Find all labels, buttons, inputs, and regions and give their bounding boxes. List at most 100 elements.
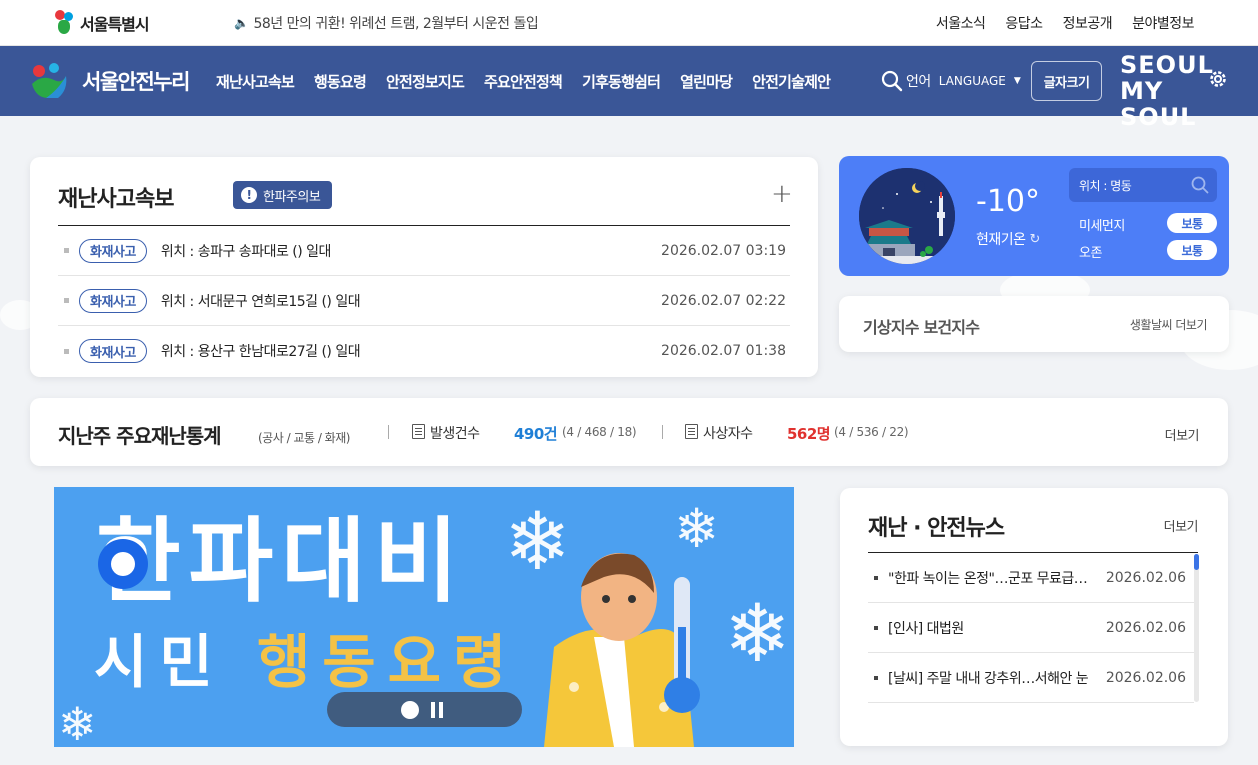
- main-navigation: 서울안전누리 재난사고속보 행동요령 안전정보지도 주요안전정책 기후동행쉼터 …: [0, 46, 1258, 130]
- gear-icon[interactable]: [1207, 68, 1229, 90]
- menu-action-guide[interactable]: 행동요령: [314, 71, 367, 92]
- stats-title: 지난주 주요재난통계: [58, 424, 222, 448]
- occurrence-value: 490건: [514, 425, 558, 443]
- cold-wave-banner[interactable]: 한파대비 시민 행동요령 ❄ ❄ ❄ ❄: [54, 487, 794, 747]
- fine-dust-label: 미세먼지: [1079, 219, 1125, 234]
- news-item[interactable]: [날씨] 주말 내내 강추위…서해안 눈 2026.02.06: [868, 653, 1194, 703]
- site-title: 서울안전누리: [82, 70, 190, 94]
- slide-indicator[interactable]: [401, 701, 419, 719]
- current-temperature: -10°: [976, 184, 1040, 219]
- casualty-detail: (4 / 536 / 22): [834, 425, 909, 439]
- location-search-box[interactable]: 위치 : 명동: [1069, 168, 1217, 202]
- bullet-icon: [64, 348, 69, 354]
- ozone-status: 보통: [1167, 240, 1217, 260]
- util-link-seoul-news[interactable]: 서울소식: [936, 13, 986, 33]
- incident-location: 위치 : 용산구 한남대로27길 () 일대: [160, 344, 361, 360]
- banner-slider-controls: [327, 692, 522, 727]
- menu-tech-proposal[interactable]: 안전기술제안: [752, 71, 831, 92]
- current-temp-label: 현재기온 ↻: [976, 229, 1040, 249]
- util-link-eungdapso[interactable]: 응답소: [1005, 13, 1043, 33]
- weather-index-label[interactable]: 기상지수 보건지수: [863, 314, 980, 338]
- safety-news-panel: 재난 · 안전뉴스 더보기 "한파 녹이는 온정"…군포 무료급식소 2026.…: [840, 488, 1228, 746]
- plus-icon[interactable]: +: [771, 181, 793, 207]
- banner-headline: 한파대비: [96, 508, 467, 615]
- weather-panel: -10° 현재기온 ↻ 위치 : 명동 미세먼지 보통 오존 보통: [839, 156, 1229, 276]
- scrollbar-thumb[interactable]: [1194, 554, 1199, 570]
- search-icon[interactable]: [1191, 176, 1209, 194]
- menu-safety-map[interactable]: 안전정보지도: [386, 71, 465, 92]
- cold-wave-alert-badge[interactable]: ! 한파주의보: [233, 181, 333, 209]
- site-logo[interactable]: 서울안전누리: [28, 60, 190, 102]
- language-label-en: LANGUAGE: [938, 74, 1006, 88]
- search-icon[interactable]: [881, 70, 903, 92]
- bullet-icon: [874, 675, 878, 680]
- news-item-title: [날씨] 주말 내내 강추위…서해안 눈: [888, 670, 1089, 687]
- living-weather-more-link[interactable]: 생활날씨 더보기: [1130, 316, 1208, 333]
- news-item-title: "한파 녹이는 온정"…군포 무료급식소: [888, 570, 1094, 587]
- language-label: 언어: [906, 74, 931, 90]
- news-item-date: 2026.02.06: [1105, 619, 1186, 636]
- bulletin-row[interactable]: 화재사고 위치 : 송파구 송파대로 () 일대 2026.02.07 03:1…: [58, 226, 790, 276]
- menu-safety-policy[interactable]: 주요안전정책: [484, 71, 563, 92]
- banner-subheadline: 시민 행동요령: [94, 627, 518, 697]
- utility-links: 서울소식 응답소 정보공개 분야별정보: [936, 13, 1195, 33]
- menu-disaster-news[interactable]: 재난사고속보: [216, 71, 295, 92]
- bulletin-row[interactable]: 화재사고 위치 : 용산구 한남대로27길 () 일대 2026.02.07 0…: [58, 326, 790, 376]
- seoul-city-logo[interactable]: 서울특별시: [52, 8, 150, 38]
- menu-climate-shelter[interactable]: 기후동행쉼터: [582, 71, 661, 92]
- refresh-icon[interactable]: ↻: [1030, 232, 1041, 247]
- utility-bar: 서울특별시 🔈 58년 만의 귀환! 위례선 트램, 2월부터 시운전 돌입 서…: [0, 0, 1258, 46]
- banner-sub-part2: 행동요령: [256, 628, 519, 696]
- news-title: 재난 · 안전뉴스: [868, 516, 1005, 541]
- weekly-disaster-stats: 지난주 주요재난통계 (공사 / 교통 / 화재) 발생건수 490건 (4 /…: [30, 398, 1228, 466]
- bullet-icon: [874, 625, 878, 630]
- safety-nuri-logo-icon: [32, 63, 67, 98]
- document-icon: [685, 424, 698, 439]
- brand-row-2: MY SOUL: [1120, 77, 1197, 131]
- incident-date: 2026.02.07 03:19: [661, 242, 786, 259]
- news-item-date: 2026.02.06: [1105, 569, 1186, 586]
- alert-badge-label: 한파주의보: [263, 189, 321, 205]
- banner-ring-decoration: [98, 539, 148, 589]
- pause-icon[interactable]: [431, 702, 445, 718]
- banner-sub-part1: 시민: [94, 628, 225, 696]
- util-link-field-info[interactable]: 분야별정보: [1132, 13, 1194, 33]
- divider: [662, 425, 663, 439]
- cold-character-illustration: [544, 553, 700, 747]
- snowflake-icon: ❄: [58, 697, 97, 747]
- bullet-icon: [64, 248, 69, 253]
- news-more-link[interactable]: 더보기: [1164, 516, 1199, 535]
- incident-location: 위치 : 송파구 송파대로 () 일대: [160, 243, 332, 260]
- speaker-icon: 🔈: [234, 16, 249, 30]
- current-temp-text: 현재기온: [976, 232, 1026, 248]
- bulletin-row[interactable]: 화재사고 위치 : 서대문구 연희로15길 () 일대 2026.02.07 0…: [58, 276, 790, 326]
- disaster-bulletin-panel: 재난사고속보 ! 한파주의보 + 화재사고 위치 : 송파구 송파대로 () 일…: [30, 157, 818, 377]
- occurrence-detail: (4 / 468 / 18): [562, 425, 637, 439]
- incident-date: 2026.02.07 01:38: [661, 343, 786, 359]
- bulletin-title: 재난사고속보: [58, 187, 174, 212]
- stats-more-link[interactable]: 더보기: [1165, 425, 1200, 444]
- incident-tag: 화재사고: [79, 288, 147, 313]
- night-city-weather-icon: [859, 168, 955, 264]
- language-selector[interactable]: 언어 LANGUAGE ▼: [906, 71, 1021, 91]
- weather-index-panel: 기상지수 보건지수 생활날씨 더보기: [839, 296, 1229, 352]
- divider: [388, 425, 389, 439]
- bullet-icon: [64, 298, 69, 303]
- news-item[interactable]: [인사] 대법원 2026.02.06: [868, 603, 1194, 653]
- ozone-label: 오존: [1079, 246, 1102, 261]
- casualty-label: 사상자수: [703, 426, 753, 442]
- casualty-value: 562명: [787, 425, 831, 443]
- util-link-open-info[interactable]: 정보공개: [1063, 13, 1113, 33]
- news-scrollbar[interactable]: [1194, 554, 1199, 702]
- document-icon: [412, 424, 425, 439]
- seoul-my-soul-logo[interactable]: SEOUL MY SOUL: [1120, 51, 1214, 130]
- bullet-icon: [874, 575, 878, 580]
- font-size-button[interactable]: 글자크기: [1031, 61, 1102, 101]
- menu-open-forum[interactable]: 열린마당: [680, 71, 733, 92]
- exclamation-icon: !: [241, 187, 257, 203]
- notice-ticker[interactable]: 🔈 58년 만의 귀환! 위례선 트램, 2월부터 시운전 돌입: [234, 13, 539, 33]
- news-item[interactable]: "한파 녹이는 온정"…군포 무료급식소 2026.02.06: [868, 553, 1194, 603]
- fine-dust-status: 보통: [1167, 213, 1217, 233]
- brand-row-1: SEOUL: [1120, 51, 1214, 79]
- news-item-date: 2026.02.06: [1105, 669, 1186, 686]
